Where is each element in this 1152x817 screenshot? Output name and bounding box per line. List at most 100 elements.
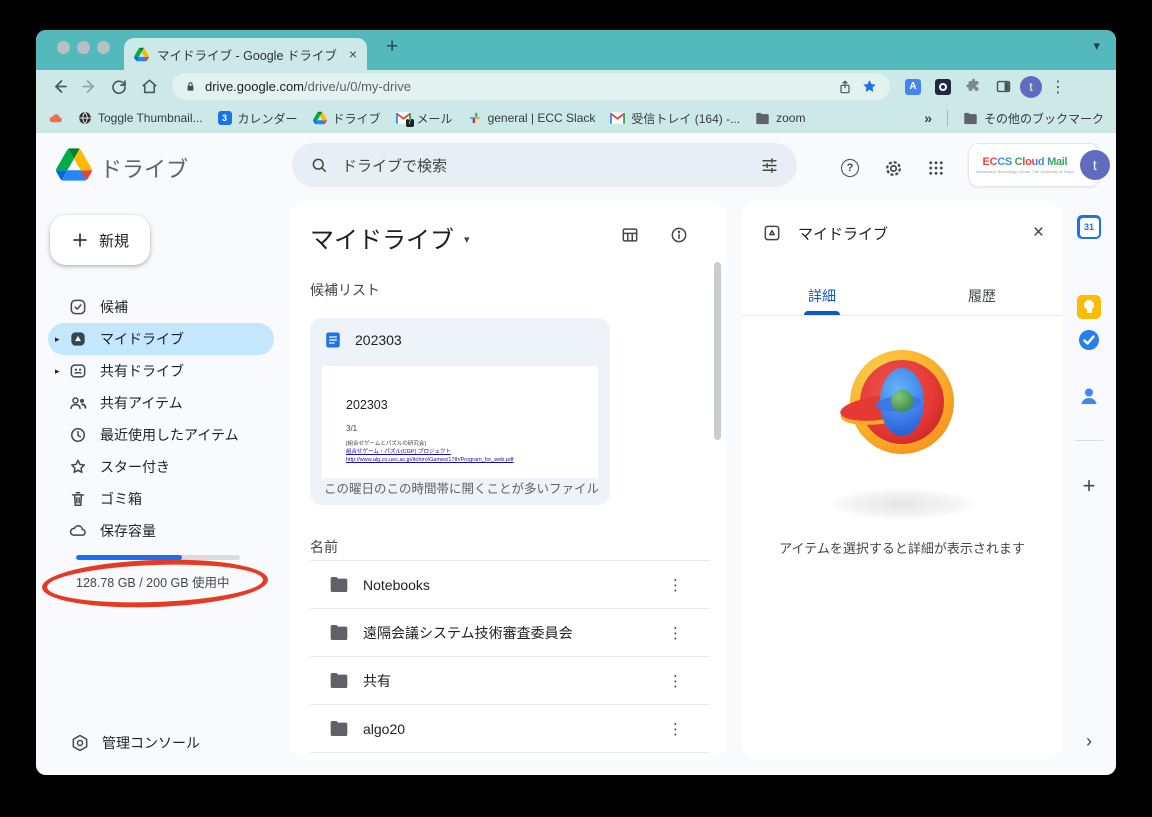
extensions-puzzle-icon[interactable] [960,74,986,100]
browser-profile-avatar[interactable]: t [1020,76,1042,98]
rail-divider [1075,440,1103,441]
admin-console-icon [70,733,90,753]
details-panel: マイドライブ × 詳細 履歴 アイテムを選択すると詳細が表示されます [742,200,1062,760]
tab-details[interactable]: 詳細 [742,278,902,306]
scrollbar-thumb[interactable] [714,262,721,440]
settings-gear-icon[interactable] [879,154,907,182]
sidebar-item-admin-console[interactable]: 管理コンソール [70,729,200,757]
url-text: drive.google.com/drive/u/0/my-drive [205,79,829,94]
bookmark-gmail[interactable]: 7メール [396,110,453,127]
bookmark-calendar[interactable]: 3カレンダー [218,110,298,127]
file-row-algo20[interactable]: algo20 ⋮ [310,705,710,753]
suggested-file-title: 202303 [355,332,402,348]
expand-caret-icon[interactable]: ▸ [55,366,60,377]
file-browser-panel: マイドライブ ▾ 候補リスト 202303 202303 3/1 [組合せゲーム… [290,200,726,760]
search-input[interactable]: ドライブで検索 [292,143,797,187]
empty-state-caption: アイテムを選択すると詳細が表示されます [742,538,1062,557]
folder-icon [329,672,349,689]
sidebar-item-suggested[interactable]: 候補 [48,291,274,323]
page-title: マイドライブ [310,220,454,255]
sidebar-item-shared-with-me[interactable]: 共有アイテム [48,387,274,419]
keep-app-icon[interactable] [1077,295,1101,319]
sidebar-item-storage[interactable]: 保存容量 [48,515,274,547]
tab-history[interactable]: 履歴 [902,278,1062,306]
add-app-button[interactable]: + [1062,473,1116,499]
more-options-icon[interactable]: ⋮ [668,672,683,690]
other-bookmarks-folder[interactable]: その他のブックマーク [963,110,1104,127]
tab-strip: マイドライブ - Google ドライブ × + ▾ [36,30,1116,70]
bookmark-star-icon[interactable] [861,78,878,95]
bookmark-inbox[interactable]: 受信トレイ (164) -... [610,110,740,127]
approval-checklist-icon [68,297,88,317]
back-button[interactable] [46,74,72,100]
details-drive-icon [762,223,782,243]
active-tab-underline [804,311,840,315]
tab-close-button[interactable]: × [349,46,357,62]
bookmark-drive[interactable]: ドライブ [313,110,381,127]
calendar-app-icon[interactable]: 31 [1077,215,1101,239]
traffic-light-minimize[interactable] [77,41,90,54]
share-icon[interactable] [837,79,853,95]
browser-menu-icon[interactable]: ⋮ [1046,77,1070,97]
collapse-panel-chevron-icon[interactable]: › [1062,731,1116,752]
forward-button[interactable] [76,74,102,100]
info-icon[interactable] [666,222,692,248]
new-tab-button[interactable]: + [386,35,398,59]
trash-icon [68,489,88,509]
illustration-shadow [827,488,977,520]
drive-logo [56,148,92,181]
help-button[interactable]: ? [836,154,864,182]
bookmark-cloud[interactable] [48,111,63,126]
bookmarks-bar: Toggle Thumbnail... 3カレンダー ドライブ 7メール gen… [36,103,1116,133]
file-row-notebooks[interactable]: Notebooks ⋮ [310,561,710,609]
more-options-icon[interactable]: ⋮ [668,576,683,594]
grid-view-icon[interactable] [617,222,643,248]
dark-extension-icon[interactable] [930,74,956,100]
contacts-app-icon[interactable] [1077,384,1101,408]
apps-grid-icon[interactable] [922,154,950,182]
tasks-app-icon[interactable] [1077,328,1101,352]
file-preview-thumbnail[interactable]: 202303 3/1 [組合せゲームとパズルの研究会]組合せゲーム・パズル(CG… [322,366,598,478]
more-options-icon[interactable]: ⋮ [668,720,683,738]
details-title: マイドライブ [798,223,1017,244]
bookmarks-overflow-icon[interactable]: » [924,110,932,126]
browser-tab[interactable]: マイドライブ - Google ドライブ × [124,38,367,70]
star-icon [68,457,88,477]
tab-title: マイドライブ - Google ドライブ [157,45,337,64]
sidebar-item-shared-drives[interactable]: ▸ 共有ドライブ [48,355,274,387]
traffic-light-zoom[interactable] [97,41,110,54]
sidebar-item-my-drive[interactable]: ▸ マイドライブ [48,323,274,355]
tab-search-chevron-icon[interactable]: ▾ [1093,38,1100,54]
address-bar[interactable]: drive.google.com/drive/u/0/my-drive [172,73,890,100]
cloud-icon [68,521,88,541]
file-row-shared[interactable]: 共有 ⋮ [310,657,710,705]
search-filter-icon[interactable] [760,156,779,175]
list-column-header-name[interactable]: 名前 [310,537,338,557]
bookmark-zoom-folder[interactable]: zoom [755,111,805,125]
bookmark-toggle-thumbnail[interactable]: Toggle Thumbnail... [78,111,203,125]
empty-state-illustration [850,350,954,454]
home-button[interactable] [136,74,162,100]
expand-caret-icon[interactable]: ▸ [55,334,60,345]
sidebar-item-trash[interactable]: ゴミ箱 [48,483,274,515]
close-icon[interactable]: × [1033,222,1044,244]
bookmark-slack[interactable]: general | ECC Slack [468,111,596,125]
drive-sidebar: 新規 候補 ▸ マイドライブ ▸ 共有ドライブ [36,197,290,775]
sidebar-item-recent[interactable]: 最近使用したアイテム [48,419,274,451]
eccs-logo: ECCS Cloud Mail Information Technology C… [976,156,1074,174]
side-panel-icon[interactable] [990,74,1016,100]
traffic-light-close[interactable] [57,41,70,54]
shared-drive-icon [68,361,88,381]
new-button[interactable]: 新規 [50,215,150,265]
folder-icon [329,720,349,737]
sidebar-item-starred[interactable]: スター付き [48,451,274,483]
translate-extension-icon[interactable]: A [900,74,926,100]
file-row-remote-committee[interactable]: 遠隔会議システム技術審査委員会 ⋮ [310,609,710,657]
suggested-list-label: 候補リスト [310,280,380,300]
suggested-file-card[interactable]: 202303 202303 3/1 [組合せゲームとパズルの研究会]組合せゲーム… [310,318,610,505]
more-options-icon[interactable]: ⋮ [668,624,683,642]
my-drive-icon [68,329,88,349]
refresh-button[interactable] [106,74,132,100]
search-icon [310,156,328,174]
my-drive-title-button[interactable]: マイドライブ ▾ [310,220,470,255]
